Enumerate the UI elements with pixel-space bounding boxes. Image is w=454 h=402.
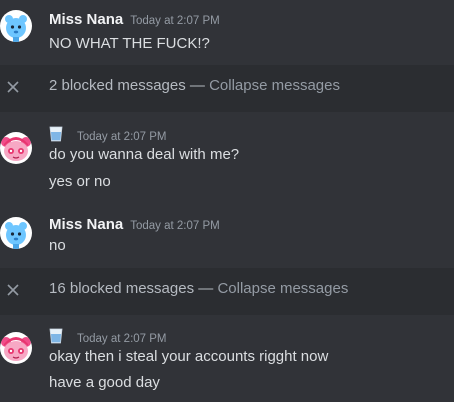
chat-messages-list: Miss Nana Today at 2:07 PM NO WHAT THE F…	[0, 0, 454, 402]
message-group: Today at 2:07 PM do you wanna deal with …	[0, 124, 454, 194]
separator: —	[185, 77, 210, 94]
message-text: no	[49, 237, 66, 254]
close-icon[interactable]	[6, 79, 20, 93]
blue-bear-avatar[interactable]	[0, 217, 32, 249]
collapse-messages-link[interactable]: Collapse messages	[209, 77, 340, 94]
pink-character-avatar[interactable]	[0, 132, 32, 164]
collapse-messages-link[interactable]: Collapse messages	[217, 280, 348, 297]
message-text: yes or no	[49, 173, 111, 190]
glass-of-water-icon[interactable]	[49, 328, 63, 344]
username[interactable]: Miss Nana	[49, 11, 123, 28]
blue-bear-avatar[interactable]	[0, 10, 32, 42]
timestamp[interactable]: Today at 2:07 PM	[77, 131, 167, 143]
close-icon[interactable]	[6, 282, 20, 296]
message-header: Today at 2:07 PM	[49, 326, 167, 346]
pink-character-avatar[interactable]	[0, 332, 32, 364]
message-header: Miss Nana Today at 2:07 PM	[49, 11, 220, 31]
timestamp[interactable]: Today at 2:07 PM	[130, 220, 220, 232]
separator: —	[194, 280, 218, 297]
message-header: Today at 2:07 PM	[49, 124, 167, 144]
message-text: have a good day	[49, 374, 160, 391]
blocked-count: 2 blocked messages	[49, 77, 186, 94]
timestamp[interactable]: Today at 2:07 PM	[130, 15, 220, 27]
blocked-messages-bar: 2 blocked messages — Collapse messages	[0, 65, 454, 112]
message-group: Today at 2:07 PM okay then i steal your …	[0, 328, 454, 398]
glass-of-water-icon[interactable]	[49, 126, 63, 142]
blocked-messages-text: 16 blocked messages — Collapse messages	[49, 280, 348, 297]
message-text: do you wanna deal with me?	[49, 146, 240, 163]
message-group: Miss Nana Today at 2:07 PM no	[0, 215, 454, 265]
blocked-messages-bar: 16 blocked messages — Collapse messages	[0, 268, 454, 315]
blocked-count: 16 blocked messages	[49, 280, 195, 297]
username[interactable]: Miss Nana	[49, 216, 123, 233]
blocked-messages-text: 2 blocked messages — Collapse messages	[49, 77, 340, 94]
message-text: okay then i steal your accounts rigght n…	[49, 348, 329, 365]
message-text: NO WHAT THE FUCK!?	[49, 35, 210, 52]
message-header: Miss Nana Today at 2:07 PM	[49, 216, 220, 236]
message-group: Miss Nana Today at 2:07 PM NO WHAT THE F…	[0, 9, 454, 59]
timestamp[interactable]: Today at 2:07 PM	[77, 333, 167, 345]
